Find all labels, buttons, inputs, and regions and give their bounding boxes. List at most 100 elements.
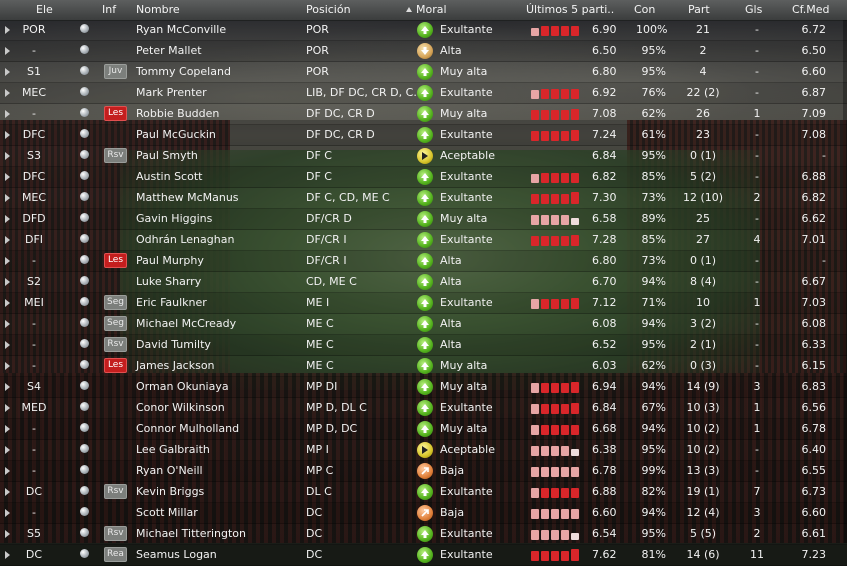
table-row[interactable]: S3 Rsv Paul Smyth DF C Aceptable 6.84 95% 0 (1)… [0,146,847,167]
scrollbar[interactable] [843,20,847,543]
col-header-moral[interactable]: Moral [416,3,447,16]
table-row[interactable]: DC Rea Seamus Logan DC Exultante 7.62 81% 14 (6… [0,545,847,566]
table-row[interactable]: - Seg Michael McCready ME C Alta 6.08 94% 3 (2)… [0,314,847,335]
player-name-link[interactable]: Tommy Copeland [136,65,231,78]
player-name-link[interactable]: Michael McCready [136,317,236,330]
info-bullet-icon[interactable] [80,360,89,369]
table-row[interactable]: POR Ryan McConville POR Exultante 6.90 100% 21… [0,20,847,41]
player-name-link[interactable]: Ryan O'Neill [136,464,203,477]
player-name-link[interactable]: Orman Okuniaya [136,380,229,393]
status-badge[interactable]: Rsv [104,337,127,352]
info-bullet-icon[interactable] [80,549,89,558]
table-row[interactable]: DFI Odhrán Lenaghan DF/CR I Exultante 7.28 85… [0,230,847,251]
status-badge[interactable]: Les [104,358,127,373]
table-row[interactable]: - Les Robbie Budden DF DC, CR D Muy alta 7.08… [0,104,847,125]
player-name-link[interactable]: Peter Mallet [136,44,202,57]
player-name-link[interactable]: David Tumilty [136,338,211,351]
status-badge[interactable]: Les [104,106,127,121]
player-name-link[interactable]: Mark Prenter [136,86,207,99]
info-bullet-icon[interactable] [80,402,89,411]
table-row[interactable]: MEC Matthew McManus DF C, CD, ME C Exultant… [0,188,847,209]
info-bullet-icon[interactable] [80,87,89,96]
info-bullet-icon[interactable] [80,255,89,264]
table-row[interactable]: S4 Orman Okuniaya MP DI Muy alta 6.94 94% 14 (… [0,377,847,398]
info-bullet-icon[interactable] [80,150,89,159]
player-name-link[interactable]: Luke Sharry [136,275,201,288]
info-bullet-icon[interactable] [80,276,89,285]
info-bullet-icon[interactable] [80,129,89,138]
table-row[interactable]: - Les James Jackson ME C Muy alta 6.03 62% 0 (3… [0,356,847,377]
status-badge[interactable]: Les [104,253,127,268]
col-header-apps[interactable]: Part [688,3,710,16]
info-bullet-icon[interactable] [80,234,89,243]
col-header-goals[interactable]: Gls [745,3,762,16]
table-row[interactable]: S2 Luke Sharry CD, ME C Alta 6.70 94% 8 (4) - 6.… [0,272,847,293]
col-header-avg[interactable]: Cf.Med [792,3,830,16]
table-row[interactable]: DC Rsv Kevin Briggs DL C Exultante 6.88 82% 19 … [0,482,847,503]
player-name-link[interactable]: Odhrán Lenaghan [136,233,234,246]
table-row[interactable]: - Ryan O'Neill MP C Baja 6.78 99% 13 (3) - 6.55 [0,461,847,482]
table-row[interactable]: DFD Gavin Higgins DF/CR D Muy alta 6.58 89% 25… [0,209,847,230]
info-bullet-icon[interactable] [80,465,89,474]
info-bullet-icon[interactable] [80,528,89,537]
table-row[interactable]: - Scott Millar DC Baja 6.60 94% 12 (4) 3 6.60 [0,503,847,524]
info-bullet-icon[interactable] [80,486,89,495]
player-name-link[interactable]: Paul McGuckin [136,128,216,141]
info-bullet-icon[interactable] [80,318,89,327]
table-row[interactable]: MEI Seg Eric Faulkner ME I Exultante 7.12 71% 1… [0,293,847,314]
col-header-name[interactable]: Nombre [136,3,180,16]
info-bullet-icon[interactable] [80,444,89,453]
info-bullet-icon[interactable] [80,297,89,306]
col-header-pos[interactable]: Ele [36,3,53,16]
table-row[interactable]: S5 Rsv Michael Titterington DC Exultante 6.54… [0,524,847,545]
status-badge[interactable]: Seg [104,316,127,331]
player-name-link[interactable]: Gavin Higgins [136,212,212,225]
info-bullet-icon[interactable] [80,66,89,75]
player-name-link[interactable]: Conor Wilkinson [136,401,225,414]
table-row[interactable]: S1 Juv Tommy Copeland POR Muy alta 6.80 95% 4 - 6… [0,62,847,83]
player-name-link[interactable]: Scott Millar [136,506,198,519]
player-name-link[interactable]: Eric Faulkner [136,296,207,309]
status-badge[interactable]: Rsv [104,526,127,541]
col-header-form[interactable]: Últimos 5 parti.. [526,3,614,16]
table-row[interactable]: DFC Paul McGuckin DF DC, CR D Exultante 7.24… [0,125,847,146]
col-header-position[interactable]: Posición [306,3,351,16]
col-header-con[interactable]: Con [634,3,655,16]
info-bullet-icon[interactable] [80,213,89,222]
table-row[interactable]: DFC Austin Scott DF C Exultante 6.82 85% 5 (2)… [0,167,847,188]
info-bullet-icon[interactable] [80,339,89,348]
table-row[interactable]: - Peter Mallet POR Alta 6.50 95% 2 - 6.50 [0,41,847,62]
info-bullet-icon[interactable] [80,24,89,33]
player-name-link[interactable]: Paul Murphy [136,254,204,267]
info-bullet-icon[interactable] [80,192,89,201]
player-name-link[interactable]: Robbie Budden [136,107,219,120]
player-name-link[interactable]: Austin Scott [136,170,202,183]
player-name-link[interactable]: Connor Mulholland [136,422,239,435]
table-row[interactable]: MEC Mark Prenter LIB, DF DC, CR D, C.. Exul… [0,83,847,104]
status-badge[interactable]: Seg [104,295,127,310]
status-badge[interactable]: Rsv [104,148,127,163]
status-badge[interactable]: Juv [104,64,127,79]
info-bullet-icon[interactable] [80,381,89,390]
status-badge[interactable]: Rea [104,547,127,562]
info-bullet-icon[interactable] [80,171,89,180]
player-name-link[interactable]: Michael Titterington [136,527,246,540]
table-row[interactable]: - Connor Mulholland MP D, DC Muy alta 6.68 94… [0,419,847,440]
info-bullet-icon[interactable] [80,108,89,117]
info-bullet-icon[interactable] [80,507,89,516]
player-name-link[interactable]: Matthew McManus [136,191,239,204]
player-name-link[interactable]: James Jackson [136,359,215,372]
table-row[interactable]: MED Conor Wilkinson MP D, DL C Exultante 6.8… [0,398,847,419]
status-badge[interactable]: Rsv [104,484,127,499]
table-row[interactable]: - Les Paul Murphy DF/CR I Alta 6.80 73% 0 (1) - - [0,251,847,272]
col-header-info[interactable]: Inf [102,3,116,16]
info-bullet-icon[interactable] [80,45,89,54]
player-name-link[interactable]: Lee Galbraith [136,443,210,456]
player-name-link[interactable]: Ryan McConville [136,23,226,36]
info-bullet-icon[interactable] [80,423,89,432]
player-name-link[interactable]: Paul Smyth [136,149,198,162]
table-row[interactable]: - Lee Galbraith MP I Aceptable 6.38 95% 10 (2)… [0,440,847,461]
table-row[interactable]: - Rsv David Tumilty ME C Alta 6.52 95% 2 (1) - 6.… [0,335,847,356]
player-name-link[interactable]: Seamus Logan [136,548,217,561]
player-name-link[interactable]: Kevin Briggs [136,485,204,498]
